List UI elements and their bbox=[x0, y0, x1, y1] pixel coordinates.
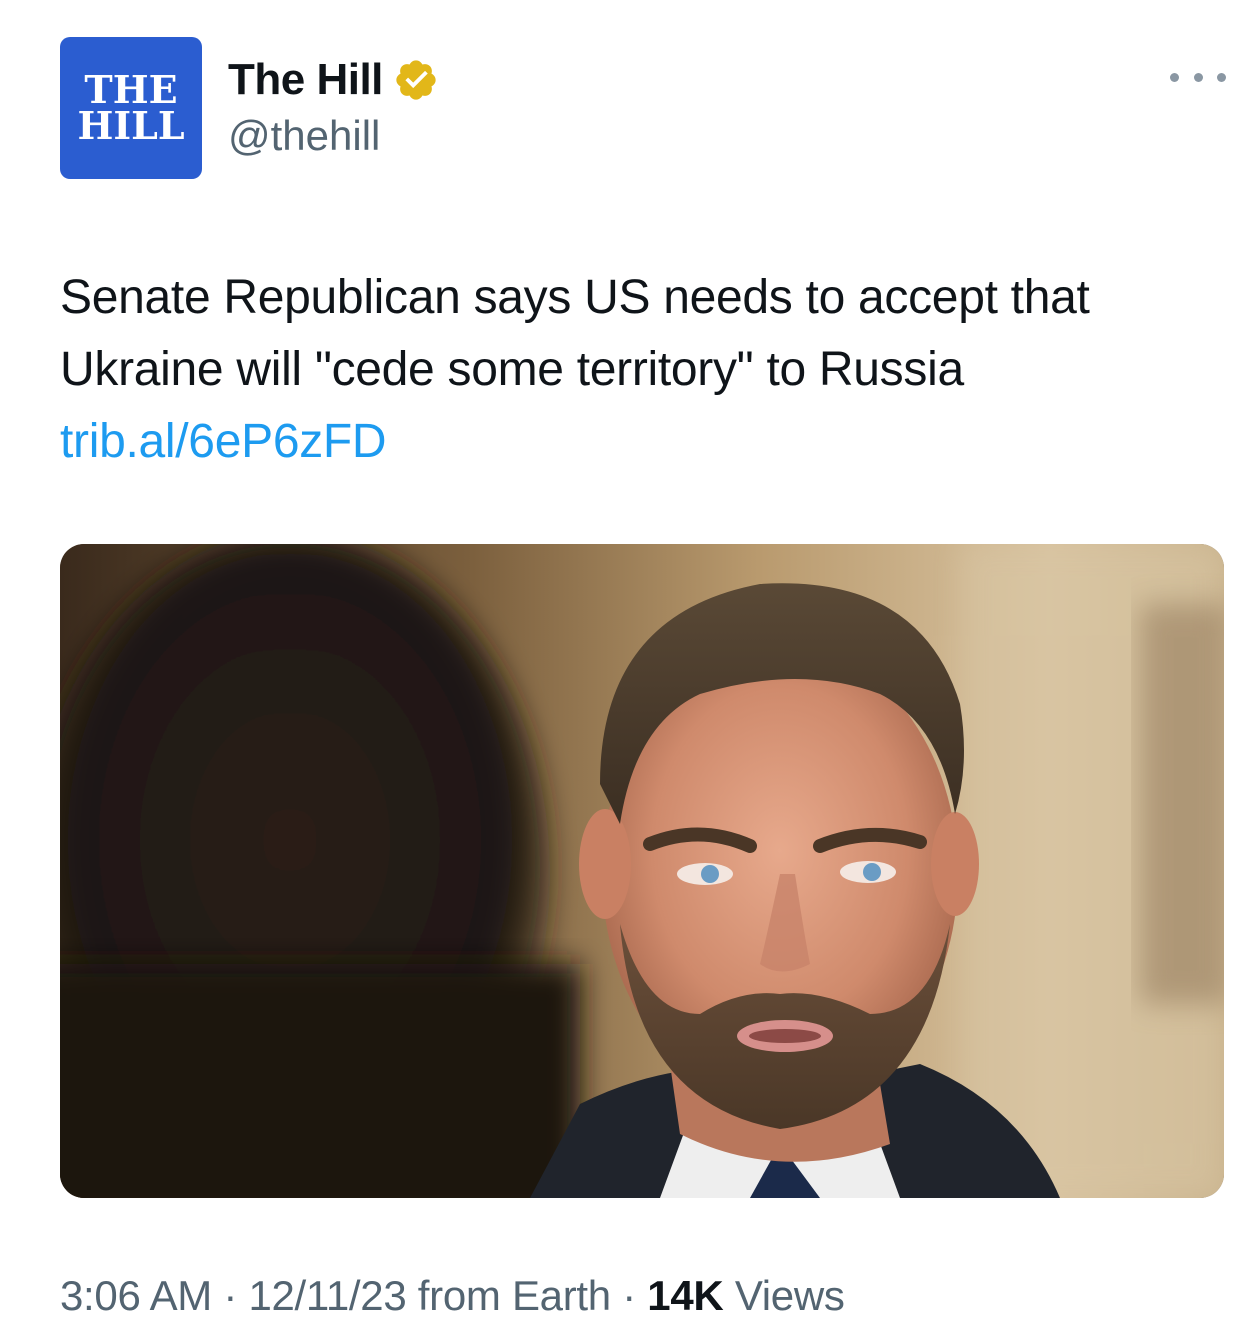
meta-separator: · bbox=[212, 1272, 249, 1319]
tweet-meta: 3:06 AM · 12/11/23 from Earth · 14K View… bbox=[60, 1272, 845, 1320]
tweet-link[interactable]: trib.al/6eP6zFD bbox=[60, 406, 1230, 478]
tweet-source: from Earth bbox=[406, 1272, 611, 1319]
tweet-date[interactable]: 12/11/23 bbox=[248, 1272, 406, 1319]
avatar-logo-line2: HILL bbox=[77, 103, 185, 148]
views-label: Views bbox=[723, 1272, 845, 1319]
more-options-button[interactable] bbox=[1170, 62, 1226, 92]
meta-separator: · bbox=[610, 1272, 648, 1319]
tweet[interactable]: THE HILL The Hill @thehill Senate Republ… bbox=[0, 0, 1255, 1319]
author-display-name[interactable]: The Hill bbox=[228, 55, 383, 105]
author-handle[interactable]: @thehill bbox=[228, 112, 439, 160]
more-dot-icon bbox=[1193, 72, 1203, 82]
views-count: 14K bbox=[647, 1272, 724, 1319]
tweet-text: Senate Republican says US needs to accep… bbox=[60, 262, 1230, 478]
tweet-photo[interactable] bbox=[60, 544, 1224, 1198]
news-photo-image bbox=[60, 544, 1224, 1198]
tweet-body: Senate Republican says US needs to accep… bbox=[60, 271, 1090, 396]
more-horizontal-icon bbox=[1170, 72, 1179, 82]
author-avatar[interactable]: THE HILL bbox=[60, 37, 202, 179]
tweet-time[interactable]: 3:06 AM bbox=[60, 1272, 212, 1319]
more-dot-icon bbox=[1217, 72, 1226, 82]
verified-badge-icon[interactable] bbox=[393, 57, 439, 103]
author-info: The Hill @thehill bbox=[228, 52, 439, 160]
author-name-row: The Hill bbox=[228, 52, 439, 108]
